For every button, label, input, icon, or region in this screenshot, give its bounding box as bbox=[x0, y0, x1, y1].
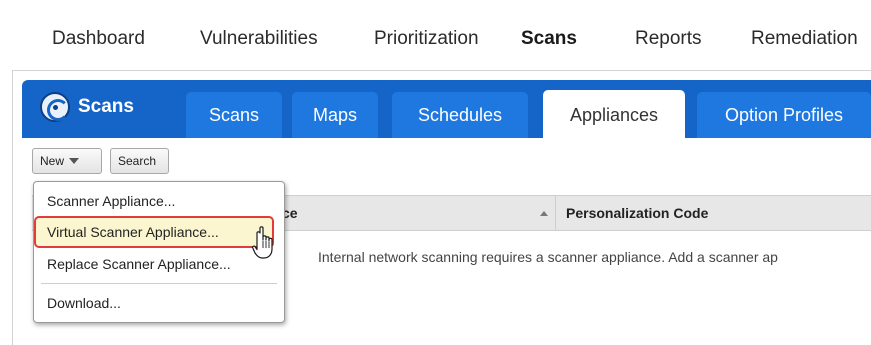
menu-item-replace-scanner-appliance[interactable]: Replace Scanner Appliance... bbox=[47, 256, 231, 272]
sort-ascending-icon[interactable] bbox=[540, 211, 548, 216]
scans-logo-icon bbox=[40, 92, 70, 122]
tab-option-profiles[interactable]: Option Profiles bbox=[697, 92, 871, 138]
menu-item-download[interactable]: Download... bbox=[47, 295, 121, 311]
search-button[interactable]: Search bbox=[110, 148, 169, 174]
tab-appliances[interactable]: Appliances bbox=[543, 90, 685, 140]
search-button-label: Search bbox=[118, 154, 157, 168]
column-header-personalization-code[interactable]: Personalization Code bbox=[566, 205, 708, 221]
nav-prioritization[interactable]: Prioritization bbox=[374, 28, 479, 50]
module-brand[interactable]: Scans bbox=[40, 89, 134, 125]
new-dropdown-button[interactable]: New bbox=[32, 148, 102, 174]
empty-table-message: Internal network scanning requires a sca… bbox=[318, 249, 778, 265]
tab-schedules[interactable]: Schedules bbox=[392, 92, 528, 138]
menu-item-virtual-scanner-appliance-label: Virtual Scanner Appliance... bbox=[47, 224, 219, 240]
column-divider bbox=[555, 196, 556, 230]
module-brand-label: Scans bbox=[78, 96, 134, 117]
tab-scans[interactable]: Scans bbox=[186, 92, 282, 138]
menu-item-virtual-scanner-appliance[interactable]: Virtual Scanner Appliance... bbox=[34, 216, 274, 248]
nav-vulnerabilities[interactable]: Vulnerabilities bbox=[200, 28, 318, 50]
new-button-label: New bbox=[40, 154, 65, 168]
hand-pointer-cursor-icon bbox=[252, 226, 273, 259]
tab-maps[interactable]: Maps bbox=[292, 92, 378, 138]
nav-reports[interactable]: Reports bbox=[635, 28, 702, 50]
top-nav: Dashboard Vulnerabilities Prioritization… bbox=[0, 0, 871, 68]
nav-remediation[interactable]: Remediation bbox=[751, 28, 858, 50]
chevron-down-icon bbox=[69, 158, 80, 164]
menu-separator bbox=[41, 283, 277, 284]
menu-item-scanner-appliance[interactable]: Scanner Appliance... bbox=[47, 193, 175, 209]
nav-scans[interactable]: Scans bbox=[521, 28, 577, 50]
nav-dashboard[interactable]: Dashboard bbox=[52, 28, 145, 50]
